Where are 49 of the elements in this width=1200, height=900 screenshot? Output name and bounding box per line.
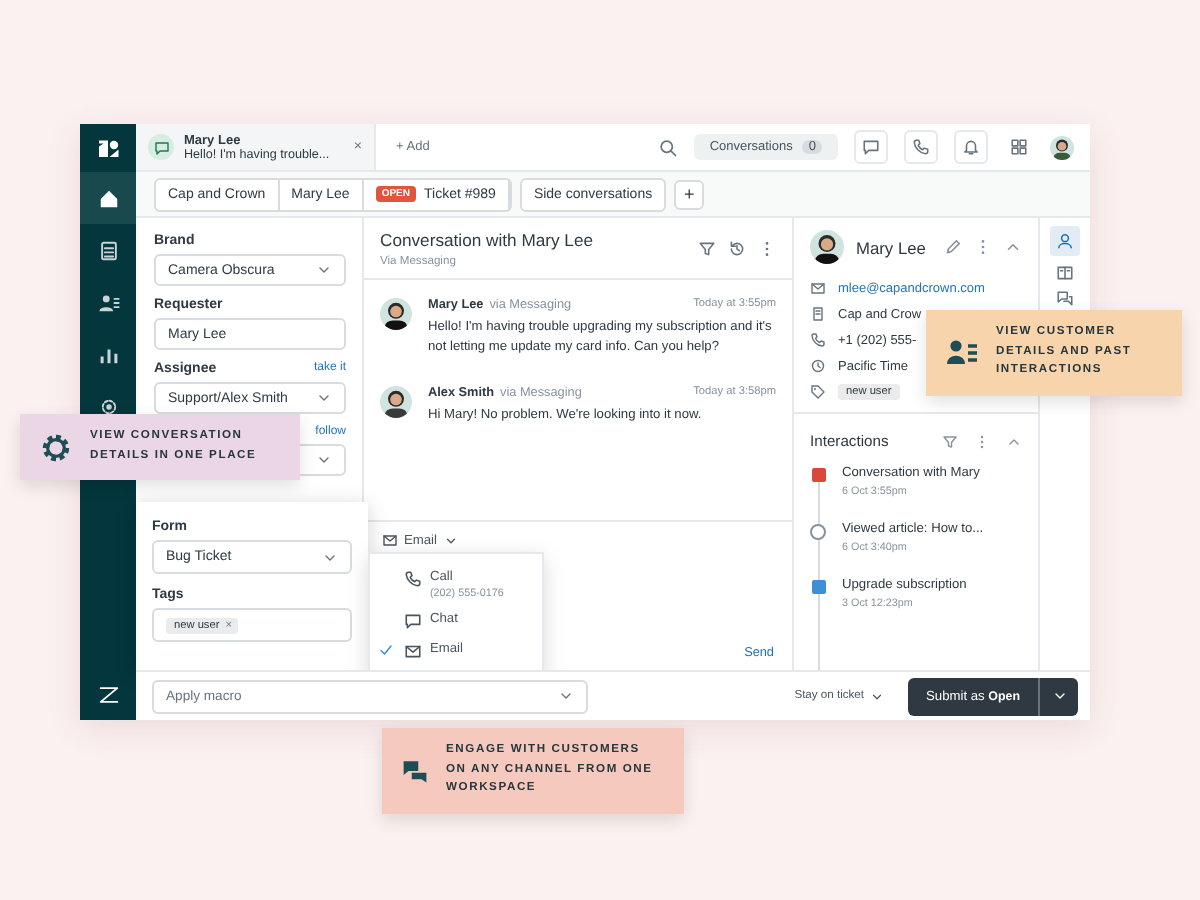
envelope-icon <box>810 280 826 296</box>
grid-icon[interactable] <box>1010 138 1028 156</box>
avatar <box>380 298 412 330</box>
chevron-down-icon <box>316 452 332 468</box>
list-icon <box>97 239 119 261</box>
z-logo-icon <box>97 684 119 706</box>
phone-icon <box>810 332 826 348</box>
envelope-icon <box>382 532 398 548</box>
book-icon[interactable] <box>1056 264 1074 282</box>
gear-icon <box>40 431 72 464</box>
chat-bubbles-icon <box>402 757 428 784</box>
chevron-up-icon[interactable] <box>1004 238 1022 256</box>
chats-icon[interactable] <box>1056 290 1074 308</box>
nav-item[interactable] <box>80 172 136 224</box>
filter-icon[interactable] <box>698 240 716 258</box>
settings-icon <box>97 395 119 417</box>
search-icon[interactable] <box>657 137 678 157</box>
chat-icon <box>404 612 422 630</box>
home-icon <box>97 187 119 209</box>
logo-icon <box>96 136 120 160</box>
bell-icon[interactable] <box>962 138 980 156</box>
chevron-down-icon <box>558 688 574 704</box>
chevron-down-icon <box>316 390 332 406</box>
person-icon[interactable] <box>1056 232 1074 250</box>
customer-name: Mary Lee <box>856 237 926 257</box>
contacts-icon <box>97 291 119 313</box>
contact-card-icon <box>946 336 978 369</box>
phone-icon[interactable] <box>912 138 930 156</box>
article-icon <box>810 524 826 540</box>
submit-options-button[interactable] <box>1038 677 1078 715</box>
chevron-down-icon <box>443 533 457 547</box>
history-icon[interactable] <box>728 240 746 258</box>
phone-icon <box>404 570 422 588</box>
tag-icon <box>810 384 826 400</box>
avatar <box>1050 135 1074 159</box>
add-button[interactable]: + <box>674 179 705 209</box>
filter-icon[interactable] <box>942 433 958 449</box>
chevron-down-icon <box>870 689 885 703</box>
chat-icon[interactable] <box>862 138 880 156</box>
pencil-icon[interactable] <box>944 238 962 256</box>
avatar <box>380 386 412 419</box>
building-icon <box>810 306 826 322</box>
clock-icon <box>810 358 826 374</box>
envelope-icon <box>404 642 422 660</box>
avatar <box>810 230 844 264</box>
chevron-down-icon <box>316 262 332 278</box>
conversation-title: Conversation with Mary Lee <box>380 230 594 250</box>
chevron-down-icon <box>1051 688 1067 704</box>
chat-icon <box>153 139 169 155</box>
